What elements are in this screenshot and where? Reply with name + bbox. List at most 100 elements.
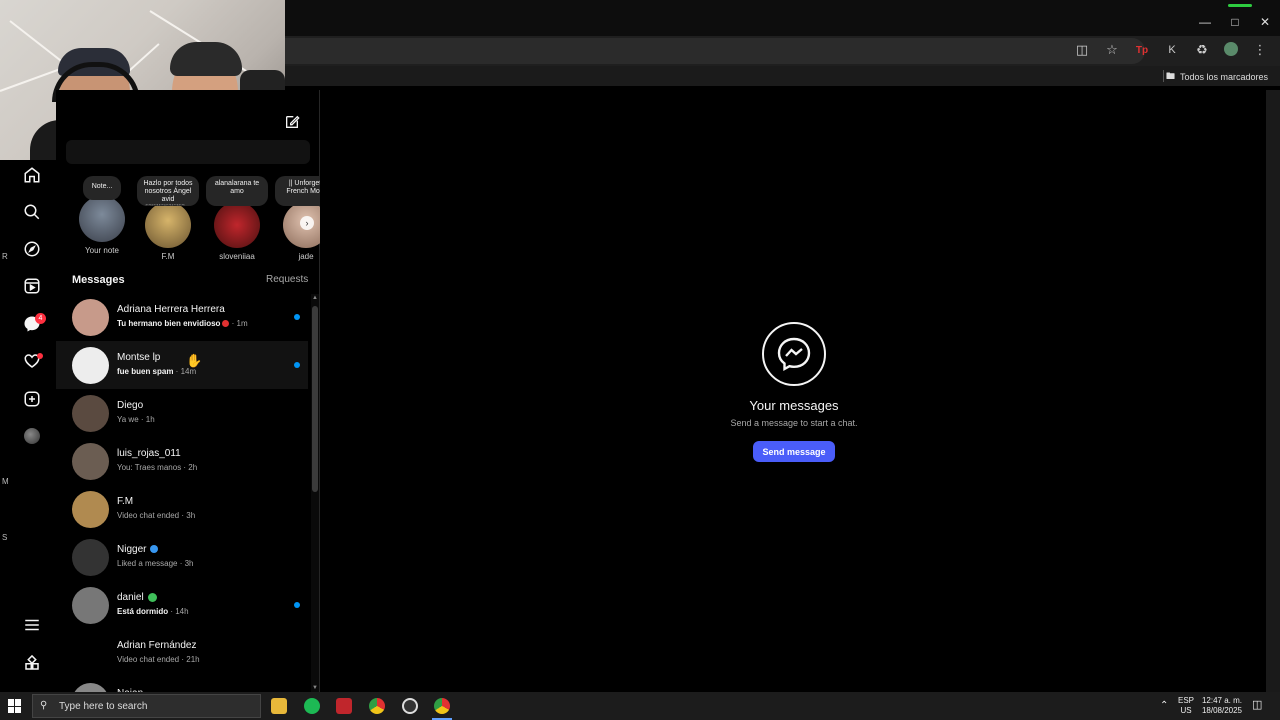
conversation-row[interactable]: daniel Está dormido · 14h [56,581,308,629]
chat-area [320,90,1266,692]
reels-icon[interactable] [22,276,42,296]
input-language[interactable]: ESP US [1176,696,1196,716]
keyboard-layout: US [1180,706,1192,715]
conversation-list: Adriana Herrera Herrera Tu hermano bien e… [56,293,308,693]
news-app-icon[interactable] [336,698,352,714]
conversation-row[interactable]: Naian [56,677,308,693]
all-bookmarks-label: Todos los marcadores [1179,72,1268,82]
conversation-row[interactable]: Montse lp fue buen spam · 14m [56,341,308,389]
edge-letter: M [2,477,9,486]
note-avatar [214,202,260,248]
compose-new-message-icon[interactable] [284,114,300,130]
system-clock[interactable]: 12:47 a. m. 18/08/2025 [1198,696,1246,716]
close-icon[interactable]: ✕ [1250,10,1280,34]
minimize-icon[interactable]: — [1190,10,1220,34]
preview-text: fue buen spam [117,367,174,376]
scroll-up-icon[interactable]: ▲ [311,294,319,302]
all-bookmarks-folder[interactable]: 🖿 Todos los marcadores [1166,69,1268,85]
obs-icon[interactable] [402,698,418,714]
conversation-name-text: Diego [117,400,144,411]
also-from-meta-icon[interactable] [22,653,42,673]
conversation-preview: Tu hermano bien envidioso · 1m [117,319,248,328]
taskbar-search-input[interactable]: Type here to search [32,694,261,718]
conversation-name: daniel [117,592,157,603]
file-explorer-icon[interactable] [271,698,287,714]
notes-tray: Note... Your note Hazlo por todos nosotr… [70,176,320,266]
requests-link[interactable]: Requests [266,274,308,285]
create-plus-icon[interactable] [22,389,42,409]
notification-center-icon[interactable]: ◫ [1252,700,1262,711]
windows-taskbar: Type here to search ⚲ ⌃ ESP US 12:47 a. … [0,692,1280,720]
conversation-row[interactable]: Nigger Liked a message · 3h [56,533,308,581]
conversation-name: Diego [117,400,143,411]
conversation-scrollbar[interactable]: ▲ ▼ [311,294,319,692]
page-scrollbar[interactable] [1266,90,1280,692]
note-item[interactable]: Hazlo por todos nosotros Ángel avid ⬚⬚⬚⬚… [136,176,200,261]
conversation-name: luis_rojas_011 [117,448,181,459]
preview-text: Está dormido [117,607,169,616]
conversation-name: Montse lp [117,352,160,363]
bookmark-star-icon[interactable]: ☆ [1104,42,1120,58]
note-item[interactable]: alanalarana te amo sloveniiaa [205,176,269,261]
conversation-preview: Video chat ended · 21h [117,655,200,664]
note-name: sloveniiaa [219,252,255,261]
conversation-avatar [72,539,109,576]
preview-time: · 1h [138,415,155,424]
extension-k-icon[interactable]: K [1164,42,1180,58]
preview-time: · 14h [168,607,189,616]
clock-time: 12:47 a. m. [1201,696,1243,705]
note-bubble: || Unforgett French Mont [275,176,320,206]
explore-compass-icon[interactable] [22,239,42,259]
window-controls: — □ ✕ [1190,10,1280,34]
profile-avatar-icon[interactable] [1224,42,1238,56]
conversation-row[interactable]: F.M Video chat ended · 3h [56,485,308,533]
more-menu-icon[interactable] [22,615,42,635]
verified-badge-icon [150,545,159,554]
chrome-icon[interactable] [369,698,385,714]
conversation-name: Nigger [117,544,159,555]
profile-avatar[interactable] [24,428,40,444]
conversation-preview: Está dormido · 14h [117,607,189,616]
conversation-avatar [72,347,109,384]
emoji-icon [147,592,157,602]
conversation-preview: You: Traes manos · 2h [117,463,197,472]
empty-state-title: Your messages [749,398,839,413]
window-indicator [1228,4,1252,7]
install-app-icon[interactable]: ◫ [1074,42,1090,58]
note-item[interactable]: || Unforgett French Mont jade [274,176,320,261]
preview-text: You: Traes manos [117,463,182,472]
note-item[interactable]: Note... Your note [70,176,134,255]
windows-start-icon[interactable] [8,699,22,713]
preview-text: Liked a message [117,559,178,568]
tray-overflow-icon[interactable]: ⌃ [1160,701,1168,711]
extension-red-icon[interactable]: Tp [1134,42,1150,58]
spotify-icon[interactable] [304,698,320,714]
conversation-name-text: Adrian Fernández [117,640,197,651]
conversation-row[interactable]: Adrian Fernández Video chat ended · 21h [56,629,308,677]
conversation-row[interactable]: Adriana Herrera Herrera Tu hermano bien e… [56,293,308,341]
chrome-active-icon[interactable] [432,698,452,720]
note-name: Your note [85,246,119,255]
notes-next-arrow-icon[interactable]: › [300,216,314,230]
unread-dot [294,602,300,608]
conversation-name-text: daniel [117,592,144,603]
conversation-avatar [72,587,109,624]
conversation-name: Adriana Herrera Herrera [117,304,225,315]
search-icon[interactable] [22,202,42,222]
conversation-preview: Video chat ended · 3h [117,511,195,520]
messages-search-strip[interactable] [66,140,310,164]
conversation-row[interactable]: luis_rojas_011 You: Traes manos · 2h [56,437,308,485]
extensions-puzzle-icon[interactable]: ♻ [1194,42,1210,58]
send-message-button[interactable]: Send message [753,441,835,462]
address-bar[interactable] [285,38,1145,64]
browser-menu-icon[interactable]: ⋮ [1252,42,1268,58]
conversation-name: F.M [117,496,133,507]
preview-text: Video chat ended [117,511,180,520]
conversation-row[interactable]: Diego Ya we · 1h [56,389,308,437]
home-icon[interactable] [22,165,42,185]
conversation-avatar [72,299,109,336]
taskbar-search-icon: ⚲ [40,700,48,711]
scroll-down-icon[interactable]: ▼ [311,684,319,692]
scroll-thumb[interactable] [312,306,318,492]
maximize-icon[interactable]: □ [1220,10,1250,34]
